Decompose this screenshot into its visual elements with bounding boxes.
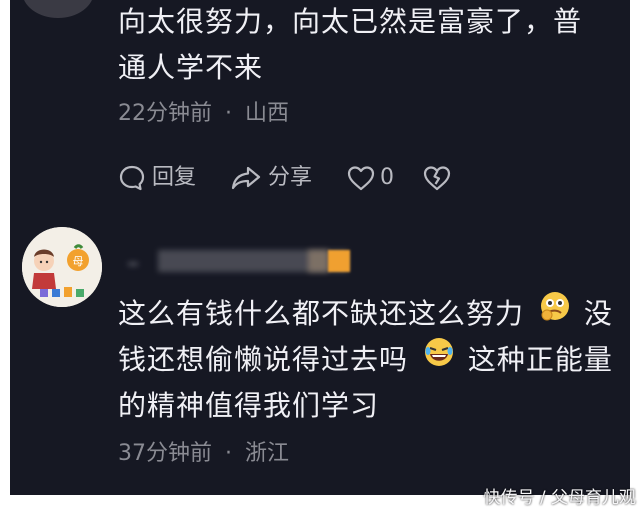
share-arrow-icon: [230, 164, 262, 192]
avatar[interactable]: 母: [22, 227, 102, 307]
like-button[interactable]: 0: [346, 164, 394, 192]
watermark: 快传号 / 父母育儿观: [483, 488, 636, 507]
broken-heart-icon: [422, 164, 452, 192]
dislike-button[interactable]: [422, 164, 452, 192]
comment-text: 这种正能量: [467, 343, 613, 376]
comment-time: 37分钟前: [118, 441, 212, 466]
avatar[interactable]: [22, 0, 94, 18]
comment-text-line: 通人学不来: [118, 51, 264, 84]
reply-label: 回复: [152, 165, 197, 190]
comment-location: 山西: [245, 101, 290, 126]
comment-location: 浙江: [245, 441, 290, 466]
comment-text: 钱还想偷懒说得过去吗: [118, 343, 409, 376]
comment-text: 这么有钱什么都不缺还这么努力: [118, 297, 525, 330]
comment-text: 没: [583, 297, 613, 330]
like-count: 0: [380, 165, 394, 190]
comment-text-line: 这么有钱什么都不缺还这么努力 没: [118, 289, 613, 336]
comment-text-line: 钱还想偷懒说得过去吗 这种正能量: [118, 335, 613, 382]
comment-time: 22分钟前: [118, 101, 212, 126]
comment-text-line: 向太很努力，向太已然是富豪了，普: [118, 5, 583, 38]
reply-button[interactable]: 回复: [118, 164, 196, 192]
comment-meta: 37分钟前 · 浙江: [118, 440, 289, 468]
share-label: 分享: [268, 165, 313, 190]
username-blurred[interactable]: [128, 250, 358, 272]
comment-text-line: 的精神值得我们学习: [118, 389, 380, 422]
thinking-emoji-icon: [538, 289, 572, 336]
reply-bubble-icon: [118, 164, 146, 192]
meta-separator: ·: [225, 101, 232, 126]
share-button[interactable]: 分享: [230, 164, 312, 192]
avatar-badge-text: 母: [73, 255, 84, 268]
meta-separator: ·: [225, 441, 232, 466]
heart-icon: [346, 164, 376, 192]
comment-panel: 向太很努力，向太已然是富豪了，普 通人学不来 22分钟前 · 山西 回复 分享 …: [10, 0, 630, 495]
comment-meta: 22分钟前 · 山西: [118, 100, 289, 128]
laughing-emoji-icon: [422, 335, 456, 382]
